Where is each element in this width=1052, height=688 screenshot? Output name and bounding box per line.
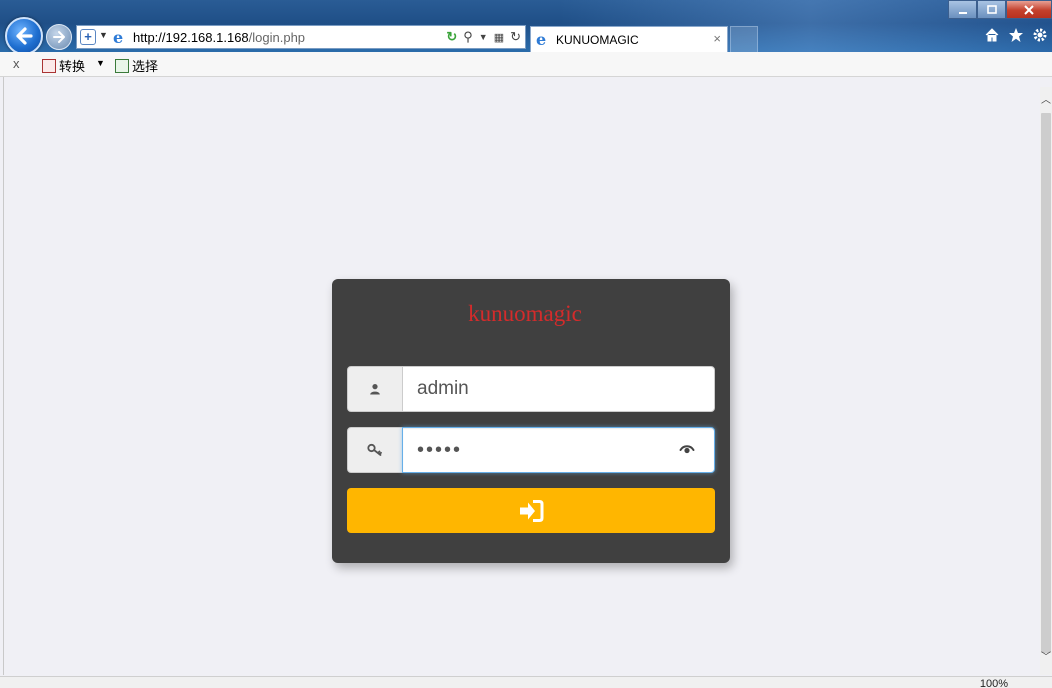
convert-button[interactable]: 转换: [42, 56, 85, 75]
brand-title: kunuomagic: [468, 301, 582, 326]
browser-titlebar: + ▼ e http://192.168.1.168/login.php ↻ ⚲…: [0, 0, 1052, 52]
address-bar-actions: ↻ ⚲ ▼ ▦ ↻: [446, 29, 521, 45]
status-bar: 100%: [0, 676, 1052, 688]
select-icon: [115, 58, 129, 73]
chevron-down-icon[interactable]: ▼: [96, 58, 105, 68]
chevron-down-icon[interactable]: ▼: [479, 32, 488, 42]
tab-title: KUNUOMAGIC: [556, 33, 639, 47]
arrow-right-icon: [53, 31, 65, 43]
key-icon: [367, 443, 382, 456]
password-addon: [347, 427, 403, 473]
scroll-up-icon[interactable]: ︿: [1040, 91, 1052, 106]
window-controls: [948, 0, 1052, 19]
forward-button[interactable]: [46, 24, 72, 50]
new-tab-button[interactable]: [730, 26, 758, 52]
url-host: http://192.168.1.168: [133, 30, 249, 45]
ie-page-icon: e: [113, 28, 124, 47]
ie-page-icon: e: [536, 30, 547, 49]
command-bar: x 转换 ▼ 选择: [0, 52, 1052, 77]
browser-right-icons: [984, 27, 1048, 43]
select-button[interactable]: 选择: [115, 56, 158, 75]
home-icon[interactable]: [984, 27, 1000, 43]
favorites-star-icon[interactable]: [1008, 27, 1024, 43]
user-icon: [370, 384, 380, 395]
close-window-button[interactable]: [1006, 0, 1052, 19]
maximize-icon: [986, 4, 997, 14]
minimize-button[interactable]: [948, 0, 977, 19]
search-icon[interactable]: ⚲: [463, 29, 473, 45]
minimize-icon: [958, 11, 967, 14]
tab-kunuomagic[interactable]: e KUNUOMAGIC ×: [530, 26, 728, 52]
login-button[interactable]: [347, 488, 715, 533]
sign-in-icon: [520, 499, 544, 522]
select-label: 选择: [132, 59, 159, 74]
compat-view-icon[interactable]: ▦: [494, 31, 504, 44]
username-addon: [347, 366, 403, 412]
eye-icon[interactable]: [679, 441, 695, 457]
close-icon: [1024, 4, 1034, 15]
username-group: [347, 366, 715, 412]
url-path: /login.php: [248, 30, 306, 45]
zoom-level[interactable]: 100%: [980, 678, 1008, 688]
refresh-icon[interactable]: ↻: [510, 29, 521, 45]
close-tab-icon[interactable]: ×: [713, 31, 721, 46]
arrow-left-icon: [16, 27, 33, 45]
compatibility-view-icon[interactable]: +: [80, 29, 96, 45]
scroll-thumb[interactable]: [1041, 113, 1051, 653]
gear-icon[interactable]: [1032, 27, 1048, 43]
convert-label: 转换: [59, 59, 86, 74]
password-group: [347, 427, 715, 473]
password-input[interactable]: [402, 427, 715, 473]
login-card: kunuomagic: [332, 279, 730, 563]
scroll-down-icon[interactable]: ﹀: [1040, 648, 1052, 663]
chevron-down-icon[interactable]: ▼: [99, 30, 108, 40]
username-input[interactable]: [402, 366, 715, 412]
back-button[interactable]: [5, 17, 43, 52]
address-bar[interactable]: + ▼ e http://192.168.1.168/login.php ↻ ⚲…: [76, 25, 526, 49]
pdf-convert-icon: [42, 58, 56, 73]
close-toolbar-icon[interactable]: x: [13, 56, 20, 71]
refresh-compat-icon[interactable]: ↻: [446, 29, 457, 45]
address-url[interactable]: http://192.168.1.168/login.php: [133, 30, 305, 45]
maximize-button[interactable]: [977, 0, 1006, 19]
vertical-scrollbar[interactable]: ︿ ﹀: [1040, 87, 1052, 675]
